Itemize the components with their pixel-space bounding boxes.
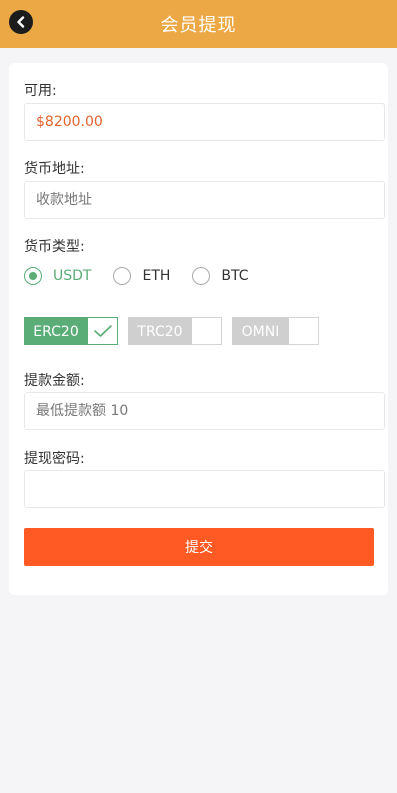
password-label: 提现密码: (24, 451, 85, 467)
radio-unchecked-icon (113, 267, 132, 285)
submit-button[interactable]: 提交 (24, 528, 374, 566)
radio-unchecked-icon (192, 267, 211, 285)
available-balance: $8200.00 (36, 114, 103, 130)
back-button[interactable] (9, 10, 33, 34)
page-title: 会员提现 (160, 15, 237, 36)
currency-option-label: BTC (221, 268, 249, 284)
currency-option-btc[interactable]: BTC (192, 267, 249, 285)
address-field-wrap (24, 181, 385, 219)
amount-input[interactable] (36, 396, 366, 426)
amount-label: 提款金额: (24, 373, 85, 389)
network-checkbox (289, 317, 319, 345)
network-option-label: TRC20 (128, 317, 192, 345)
top-bar: 会员提现 (0, 0, 397, 48)
currency-type-label: 货币类型: (24, 239, 85, 255)
checkmark-icon (93, 325, 112, 337)
network-option-omni[interactable]: OMNI (232, 317, 319, 345)
network-option-label: OMNI (232, 317, 289, 345)
password-field-wrap (24, 470, 385, 508)
available-label: 可用: (24, 83, 57, 99)
network-checkbox (88, 317, 118, 345)
address-input[interactable] (36, 185, 366, 215)
withdraw-form: 可用: $8200.00 货币地址: 货币类型: USDT ETH BTC ER… (9, 63, 388, 595)
network-option-label: ERC20 (24, 317, 88, 345)
currency-option-label: ETH (142, 268, 171, 284)
network-checkbox (192, 317, 222, 345)
password-input[interactable] (36, 474, 366, 504)
currency-option-eth[interactable]: ETH (113, 267, 170, 285)
currency-radio-group: USDT ETH BTC (24, 267, 271, 285)
chevron-left-icon (17, 16, 25, 28)
currency-option-label: USDT (53, 268, 92, 284)
network-option-erc20[interactable]: ERC20 (24, 317, 118, 345)
address-label: 货币地址: (24, 161, 85, 177)
amount-field-wrap (24, 392, 385, 430)
network-option-trc20[interactable]: TRC20 (128, 317, 222, 345)
available-field: $8200.00 (24, 103, 385, 141)
radio-checked-icon (24, 267, 42, 285)
currency-option-usdt[interactable]: USDT (24, 267, 91, 285)
network-selector: ERC20 TRC20 OMNI (24, 317, 329, 345)
